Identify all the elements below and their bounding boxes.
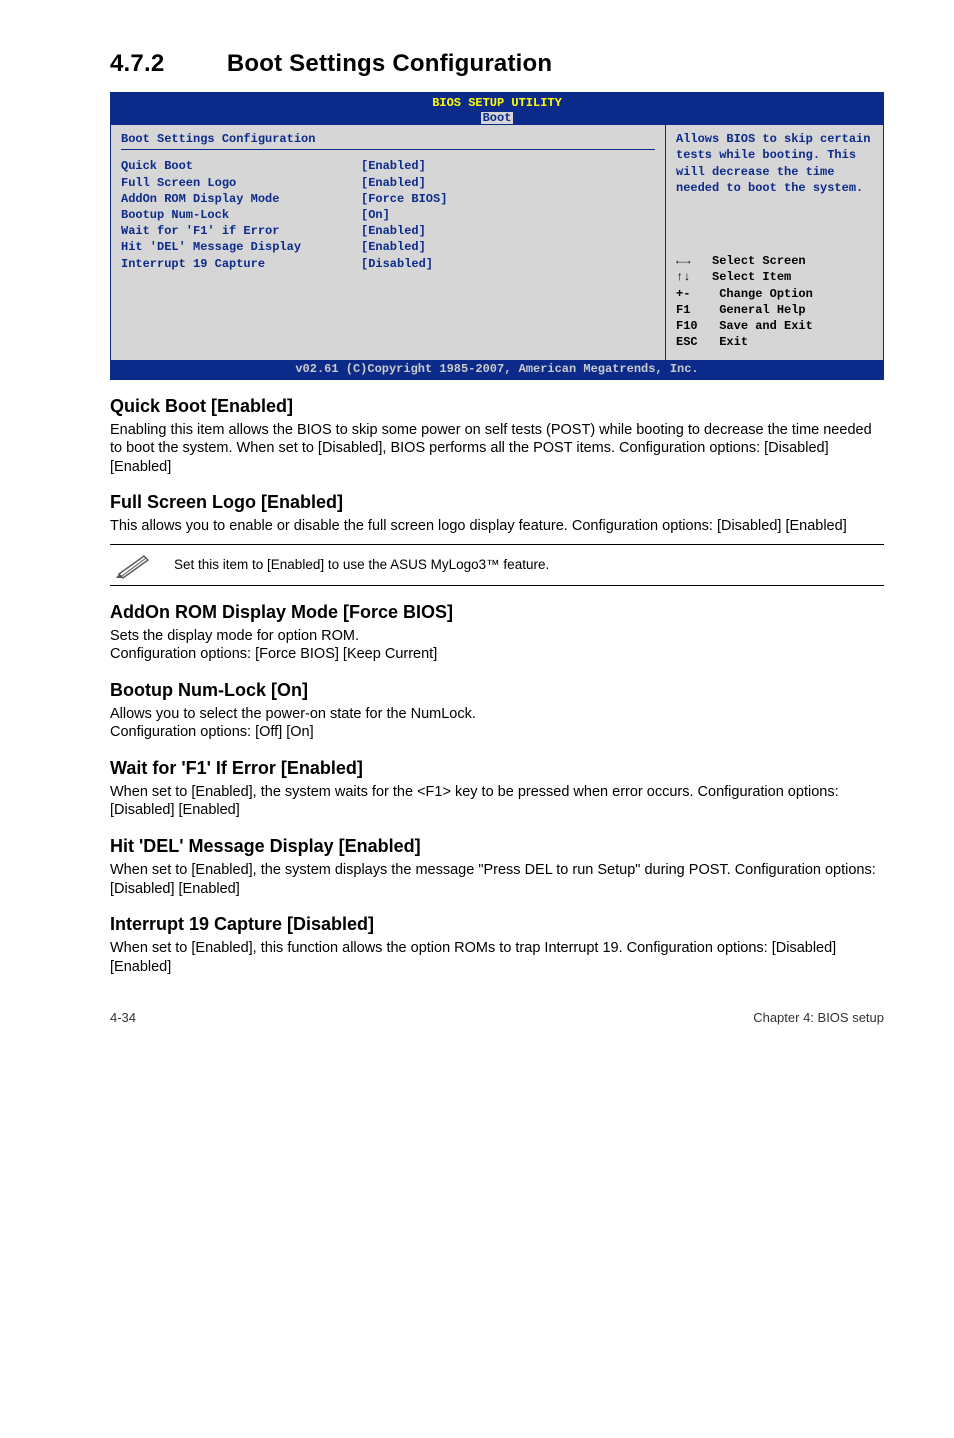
bios-setting-label: AddOn ROM Display Mode <box>121 191 361 207</box>
section-number: 4.7.2 <box>110 50 220 78</box>
bios-right-panel: Allows BIOS to skip certain tests while … <box>665 125 883 360</box>
bios-key-row: +- Change Option <box>676 286 873 302</box>
bios-key-row: F10 Save and Exit <box>676 318 873 334</box>
bios-key-row: F1 General Help <box>676 302 873 318</box>
bios-setting-value: [Enabled] <box>361 239 655 255</box>
bios-setting-row: AddOn ROM Display Mode [Force BIOS] <box>121 191 655 207</box>
bios-setting-label: Hit 'DEL' Message Display <box>121 239 361 255</box>
body-interrupt-19: When set to [Enabled], this function all… <box>110 939 884 976</box>
pencil-icon <box>110 551 156 579</box>
heading-full-screen-logo: Full Screen Logo [Enabled] <box>110 492 884 513</box>
bios-setting-value: [Enabled] <box>361 223 655 239</box>
bios-panel-rule <box>121 149 655 150</box>
body-hit-del: When set to [Enabled], the system displa… <box>110 861 884 898</box>
bios-key-row: ESC Exit <box>676 334 873 350</box>
bios-setting-row: Bootup Num-Lock [On] <box>121 207 655 223</box>
body-quick-boot: Enabling this item allows the BIOS to sk… <box>110 421 884 477</box>
bios-key-legend: ←→ Select Screen ↑↓ Select Item +- Chang… <box>666 245 883 360</box>
heading-hit-del: Hit 'DEL' Message Display [Enabled] <box>110 836 884 857</box>
bios-setting-label: Quick Boot <box>121 158 361 174</box>
heading-quick-boot: Quick Boot [Enabled] <box>110 396 884 417</box>
bios-setting-value: [Disabled] <box>361 256 655 272</box>
section-heading: 4.7.2 Boot Settings Configuration <box>110 50 884 78</box>
body-bootup-numlock: Allows you to select the power-on state … <box>110 705 884 742</box>
chapter-label: Chapter 4: BIOS setup <box>753 1010 884 1025</box>
bios-footer: v02.61 (C)Copyright 1985-2007, American … <box>111 360 883 378</box>
heading-addon-rom: AddOn ROM Display Mode [Force BIOS] <box>110 602 884 623</box>
bios-setting-value: [Force BIOS] <box>361 191 655 207</box>
bios-setting-row: Interrupt 19 Capture [Disabled] <box>121 256 655 272</box>
body-wait-f1: When set to [Enabled], the system waits … <box>110 783 884 820</box>
bios-setting-row: Hit 'DEL' Message Display [Enabled] <box>121 239 655 255</box>
page-footer: 4-34 Chapter 4: BIOS setup <box>110 1010 884 1025</box>
heading-wait-f1: Wait for 'F1' If Error [Enabled] <box>110 758 884 779</box>
bios-tab-boot: Boot <box>481 112 514 124</box>
bios-setting-label: Bootup Num-Lock <box>121 207 361 223</box>
note-box: Set this item to [Enabled] to use the AS… <box>110 544 884 586</box>
bios-setting-value: [Enabled] <box>361 175 655 191</box>
bios-setting-label: Full Screen Logo <box>121 175 361 191</box>
bios-help-text: Allows BIOS to skip certain tests while … <box>666 125 883 245</box>
bios-setting-row: Quick Boot [Enabled] <box>121 158 655 174</box>
page-number: 4-34 <box>110 1010 136 1025</box>
bios-screenshot: BIOS SETUP UTILITY Boot Boot Settings Co… <box>110 92 884 380</box>
bios-left-panel: Boot Settings Configuration Quick Boot [… <box>111 125 665 360</box>
bios-setting-label: Wait for 'F1' if Error <box>121 223 361 239</box>
heading-interrupt-19: Interrupt 19 Capture [Disabled] <box>110 914 884 935</box>
bios-key-row: ↑↓ Select Item <box>676 269 873 285</box>
bios-setting-value: [On] <box>361 207 655 223</box>
bios-header-title: BIOS SETUP UTILITY <box>111 95 883 111</box>
bios-panel-title: Boot Settings Configuration <box>121 131 655 147</box>
body-full-screen-logo: This allows you to enable or disable the… <box>110 517 884 536</box>
body-addon-rom: Sets the display mode for option ROM. Co… <box>110 627 884 664</box>
bios-setting-label: Interrupt 19 Capture <box>121 256 361 272</box>
bios-setting-row: Wait for 'F1' if Error [Enabled] <box>121 223 655 239</box>
bios-setting-row: Full Screen Logo [Enabled] <box>121 175 655 191</box>
section-title-text: Boot Settings Configuration <box>227 50 552 77</box>
note-text: Set this item to [Enabled] to use the AS… <box>174 557 549 572</box>
bios-setting-value: [Enabled] <box>361 158 655 174</box>
bios-header: BIOS SETUP UTILITY Boot <box>111 93 883 125</box>
heading-bootup-numlock: Bootup Num-Lock [On] <box>110 680 884 701</box>
bios-key-row: ←→ Select Screen <box>676 253 873 269</box>
